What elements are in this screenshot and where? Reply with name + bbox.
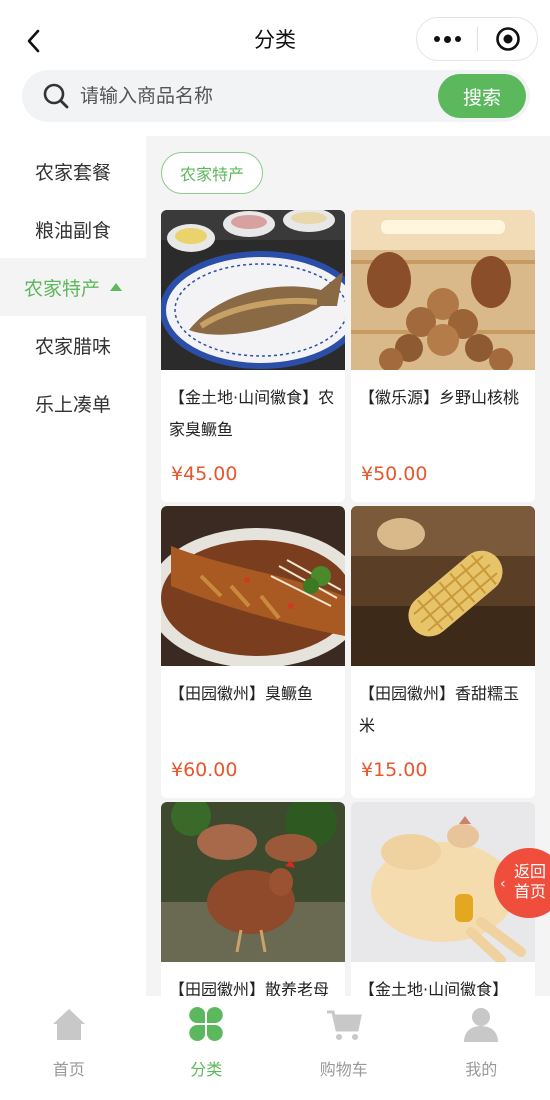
bottom-tabbar: 首页 分类 购物车 我的 [0,996,550,1100]
sidebar-item-label: 乐上凑单 [34,393,111,416]
miniprogram-capsule [416,17,538,61]
product-image-hen [161,802,345,962]
product-name: 【徽乐源】乡野山核桃 [359,388,520,407]
product-card[interactable]: 【金土地·山间徽食】农家臭鳜鱼 ¥45.00 [161,210,345,502]
category-sidebar: 农家套餐 粮油副食 农家特产 农家腊味 乐上凑单 [0,136,146,996]
product-card[interactable]: 【田园徽州】臭鳜鱼 ¥60.00 [161,506,345,798]
product-area: 农家特产 【金土地·山间徽食】农家臭鳜鱼 ¥45.00 【徽乐源】乡野山核桃 ¥… [146,136,550,996]
product-image-corn [351,506,535,666]
product-price: ¥45.00 [171,463,238,485]
sidebar-item-specialty[interactable]: 农家特产 [0,258,146,316]
tab-category[interactable]: 分类 [138,996,276,1100]
chevron-left-icon: ‹ [500,876,506,892]
product-card[interactable]: 【田园徽州】香甜糯玉米 ¥15.00 [351,506,535,798]
tab-mine[interactable]: 我的 [413,996,550,1100]
tab-label: 首页 [52,1060,85,1079]
tab-label: 我的 [465,1060,498,1079]
dot-icon [454,36,461,42]
nav-header: 分类 [0,0,550,80]
product-name: 【金土地·山间徽食】 [359,980,509,996]
search-icon [43,83,69,109]
product-image-fish [161,210,345,370]
tab-label: 分类 [190,1060,223,1079]
cart-icon [326,1010,362,1040]
sidebar-item-label: 粮油副食 [34,219,111,242]
search-button[interactable]: 搜索 [438,74,526,118]
product-card[interactable]: 【徽乐源】乡野山核桃 ¥50.00 [351,210,535,502]
return-home-label: 返回首页 [514,862,547,901]
product-card[interactable]: 【田园徽州】散养老母 [161,802,345,996]
product-image-braised-fish [161,506,345,666]
product-name: 【田园徽州】散养老母 [169,980,330,996]
close-miniprogram-button[interactable] [478,18,537,60]
sidebar-item-combo[interactable]: 农家套餐 [0,142,146,200]
sidebar-item-cured-meat[interactable]: 农家腊味 [0,316,146,374]
product-name: 【田园徽州】香甜糯玉米 [359,684,520,735]
dot-icon [433,36,440,42]
sidebar-item-label: 农家腊味 [34,335,111,358]
search-input[interactable] [80,82,440,110]
target-icon [495,27,520,51]
sidebar-item-label: 农家套餐 [34,161,111,184]
search-bar: 搜索 [22,70,530,122]
product-image-walnuts [351,210,535,370]
subcategory-chip[interactable]: 农家特产 [161,152,264,194]
category-clover-icon [189,1007,223,1041]
product-price: ¥60.00 [171,759,238,781]
home-icon [52,1009,85,1040]
dot-icon [443,35,451,43]
product-name: 【金土地·山间徽食】农家臭鳜鱼 [169,388,335,439]
product-price: ¥50.00 [361,463,428,485]
product-name: 【田园徽州】臭鳜鱼 [169,684,314,703]
product-price: ¥15.00 [361,759,428,781]
user-icon [464,1008,499,1042]
tab-label: 购物车 [319,1060,368,1079]
tab-cart[interactable]: 购物车 [275,996,413,1100]
sidebar-item-grain-oil[interactable]: 粮油副食 [0,200,146,258]
tab-home[interactable]: 首页 [0,996,138,1100]
sidebar-item-add-on[interactable]: 乐上凑单 [0,374,146,432]
more-options-button[interactable] [417,18,477,60]
caret-up-icon [110,283,122,291]
sidebar-item-label: 农家特产 [23,277,100,300]
